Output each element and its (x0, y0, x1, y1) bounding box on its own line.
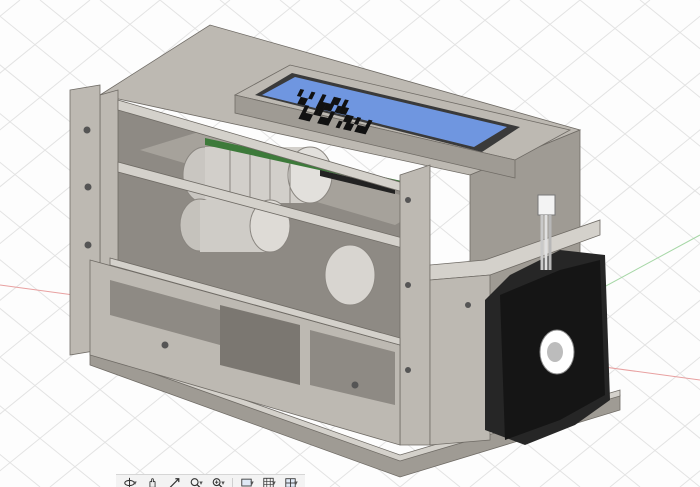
dropdown-caret-icon[interactable]: ▾ (294, 479, 298, 487)
look-at-icon (168, 474, 181, 487)
grid-settings-button[interactable]: ▾ (259, 477, 279, 487)
front-right-post (399, 164, 431, 446)
zoom-window-button[interactable]: ▾ (186, 477, 206, 487)
model-scene[interactable]: ▚▞ ▙▟▚▙ ▙▞▚▟ ▞▙▚▟ (0, 0, 700, 487)
dropdown-caret-icon[interactable]: ▾ (221, 479, 225, 487)
navigation-toolbar: ▾ ▾ ▾ ▾ ▾ ▾ (116, 474, 305, 487)
viewports-button[interactable]: ▾ (281, 477, 301, 487)
pan-button[interactable] (142, 477, 162, 487)
dropdown-caret-icon[interactable]: ▾ (199, 479, 203, 487)
dropdown-caret-icon[interactable]: ▾ (250, 479, 254, 487)
fit-button[interactable]: ▾ (208, 477, 228, 487)
front-left-post (99, 89, 119, 276)
dropdown-caret-icon[interactable]: ▾ (272, 479, 276, 487)
pan-icon (146, 474, 159, 487)
enclosure-model[interactable]: ▚▞ ▙▟▚▙ ▙▞▚▟ ▞▙▚▟ (69, 24, 621, 478)
toolbar-separator (232, 478, 233, 487)
orbit-button[interactable]: ▾ (120, 477, 140, 487)
display-settings-button[interactable]: ▾ (237, 477, 257, 487)
look-at-button[interactable] (164, 477, 184, 487)
canvas-viewport[interactable]: ▚▞ ▙▟▚▙ ▙▞▚▟ ▞▙▚▟ ▾ ▾ ▾ ▾ ▾ ▾ (0, 0, 700, 487)
dropdown-caret-icon[interactable]: ▾ (133, 479, 137, 487)
motor-mount-front (429, 274, 491, 446)
